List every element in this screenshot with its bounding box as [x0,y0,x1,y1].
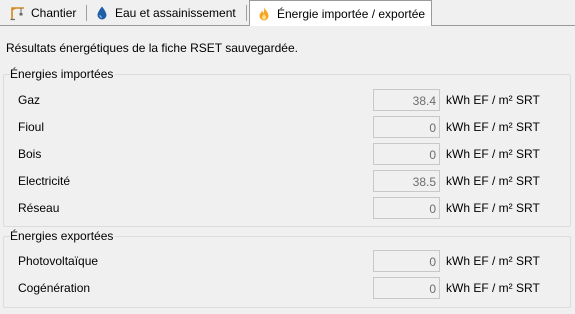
row-label: Photovoltaïque [18,254,99,268]
energy-row-fioul: Fioul 0 kWh EF / m² SRT [4,116,570,138]
gaz-value-field[interactable]: 38.4 [373,89,440,111]
energy-row-bois: Bois 0 kWh EF / m² SRT [4,143,570,165]
row-label: Réseau [18,201,60,215]
fioul-value-field[interactable]: 0 [373,116,440,138]
tab-content-panel: Résultats énergétiques de la fiche RSET … [0,25,575,314]
water-drop-icon [94,5,110,21]
group-title: Énergies exportées [10,229,116,243]
unit-label: kWh EF / m² SRT [446,254,540,268]
energy-row-electricite: Electricité 38.5 kWh EF / m² SRT [4,170,570,192]
tab-separator [246,5,247,21]
imported-energies-group: Énergies importées Gaz 38.4 kWh EF / m² … [3,67,571,227]
electricite-value-field[interactable]: 38.5 [373,170,440,192]
flame-icon [256,6,272,22]
energy-row-gaz: Gaz 38.4 kWh EF / m² SRT [4,89,570,111]
row-label: Fioul [18,120,45,134]
row-label: Electricité [18,174,71,188]
tab-separator [86,5,87,21]
unit-label: kWh EF / m² SRT [446,281,540,295]
energy-row-reseau: Réseau 0 kWh EF / m² SRT [4,197,570,219]
tab-label: Eau et assainissement [115,6,236,20]
unit-label: kWh EF / m² SRT [446,147,540,161]
cogeneration-value-field[interactable]: 0 [373,277,440,299]
energy-row-photovoltaique: Photovoltaïque 0 kWh EF / m² SRT [4,250,570,272]
tab-label: Chantier [31,6,77,20]
tab-bar: Chantier Eau et assainissement Énergie i… [0,0,575,26]
reseau-value-field[interactable]: 0 [373,197,440,219]
photovoltaique-value-field[interactable]: 0 [373,250,440,272]
tab-label: Énergie importée / exportée [277,6,426,21]
row-label: Cogénération [18,281,91,295]
unit-label: kWh EF / m² SRT [446,174,540,188]
row-label: Bois [18,147,42,161]
unit-label: kWh EF / m² SRT [446,201,540,215]
tab-energie-importee-exportee[interactable]: Énergie importée / exportée [249,0,432,26]
bois-value-field[interactable]: 0 [373,143,440,165]
unit-label: kWh EF / m² SRT [446,120,540,134]
tab-chantier[interactable]: Chantier [4,2,85,24]
row-label: Gaz [18,93,41,107]
crane-icon [10,5,26,21]
unit-label: kWh EF / m² SRT [446,93,540,107]
intro-text: Résultats énergétiques de la fiche RSET … [6,41,298,55]
exported-energies-group: Énergies exportées Photovoltaïque 0 kWh … [3,229,571,308]
energy-panel-window: Chantier Eau et assainissement Énergie i… [0,0,575,314]
energy-row-cogeneration: Cogénération 0 kWh EF / m² SRT [4,277,570,299]
group-title: Énergies importées [10,67,116,81]
tab-eau-assainissement[interactable]: Eau et assainissement [88,2,245,24]
